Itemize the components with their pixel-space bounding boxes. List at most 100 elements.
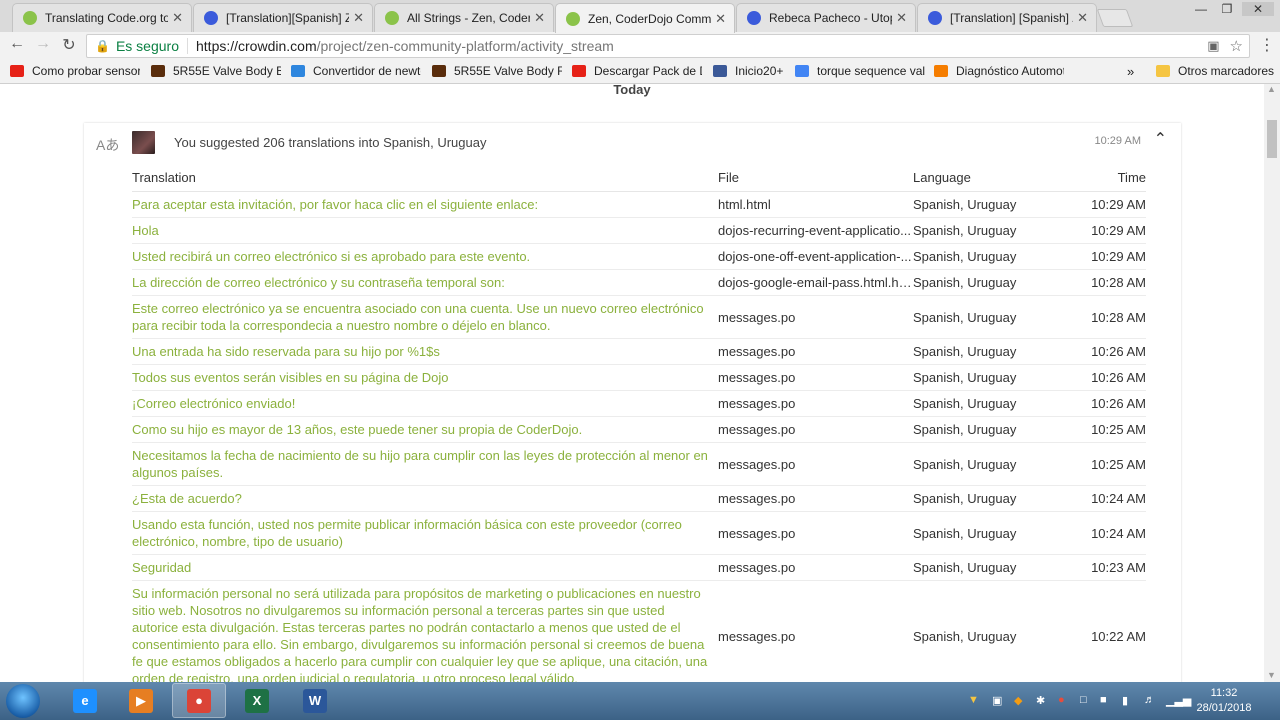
maximize-icon[interactable]: ❐ xyxy=(1216,2,1238,16)
translation-cell[interactable]: Como su hijo es mayor de 13 años, este p… xyxy=(132,416,718,443)
secure-label: Es seguro xyxy=(116,38,188,54)
file-cell[interactable]: messages.po xyxy=(718,442,913,486)
file-cell[interactable]: messages.po xyxy=(718,511,913,555)
browser-tab[interactable]: Rebeca Pacheco - Utopi ✕ xyxy=(736,3,916,32)
file-cell[interactable]: messages.po xyxy=(718,554,913,581)
bookmarks-bar: Como probar sensor 5R55E Valve Body Bo Con… xyxy=(0,60,1280,84)
taskbar-app[interactable]: ▶ xyxy=(114,683,168,718)
car-icon xyxy=(432,65,446,77)
new-tab-button[interactable] xyxy=(1096,9,1134,27)
page-scrollbar[interactable]: ▲ ▼ xyxy=(1264,84,1280,682)
tray-alert-icon[interactable]: ● xyxy=(1058,694,1065,706)
tab-close-icon[interactable]: ✕ xyxy=(172,10,183,26)
translation-cell[interactable]: La dirección de correo electrónico y su … xyxy=(132,269,718,296)
tab-close-icon[interactable]: ✕ xyxy=(534,10,545,26)
translation-cell[interactable]: Una entrada ha sido reservada para su hi… xyxy=(132,338,718,365)
time-cell: 10:25 AM xyxy=(1063,442,1146,486)
volume-icon[interactable]: ♬ xyxy=(1144,694,1155,706)
file-cell[interactable]: messages.po xyxy=(718,390,913,417)
page-content: Today Aあ You suggested 206 translations … xyxy=(0,84,1264,682)
browser-tab[interactable]: Zen, CoderDojo Commu ✕ xyxy=(555,3,735,33)
translation-cell[interactable]: Todos sus eventos serán visibles en su p… xyxy=(132,364,718,391)
system-clock[interactable]: 11:32 28/01/2018 xyxy=(1186,686,1262,716)
translation-cell[interactable]: Este correo electrónico ya se encuentra … xyxy=(132,295,718,339)
window-close-icon[interactable]: ✕ xyxy=(1242,2,1274,16)
scroll-up-arrow-icon[interactable]: ▲ xyxy=(1267,84,1276,94)
file-cell[interactable]: html.html xyxy=(718,191,913,218)
bookmark-star-icon[interactable]: ☆ xyxy=(1230,37,1243,55)
bookmark-item[interactable]: Diagnóstico Automot xyxy=(934,64,1064,78)
youtube-icon xyxy=(10,65,24,77)
bookmark-label: torque sequence valv xyxy=(817,64,925,78)
file-cell[interactable]: messages.po xyxy=(718,416,913,443)
column-header-time: Time xyxy=(1063,165,1146,192)
translation-cell[interactable]: Usted recibirá un correo electrónico si … xyxy=(132,243,718,270)
bookmark-item[interactable]: 5R55E Valve Body Bo xyxy=(151,64,281,78)
tab-close-icon[interactable]: ✕ xyxy=(353,10,364,26)
more-bookmarks-button[interactable]: » xyxy=(1127,64,1134,79)
file-cell[interactable]: dojos-recurring-event-applicatio... xyxy=(718,217,913,244)
translation-cell[interactable]: Necesitamos la fecha de nacimiento de su… xyxy=(132,442,718,486)
start-button[interactable] xyxy=(6,684,40,718)
warning-icon[interactable]: ▼ xyxy=(968,694,979,706)
language-cell: Spanish, Uruguay xyxy=(913,338,1063,365)
file-cell[interactable]: messages.po xyxy=(718,485,913,512)
forward-arrow-icon[interactable]: → xyxy=(32,35,54,53)
language-cell: Spanish, Uruguay xyxy=(913,364,1063,391)
browser-tab[interactable]: Translating Code.org to ✕ xyxy=(12,3,192,32)
translate-page-icon[interactable]: ▣ xyxy=(1207,38,1219,54)
bookmark-item[interactable]: torque sequence valv xyxy=(795,64,925,78)
tray-monitor-icon[interactable]: □ xyxy=(1080,694,1087,706)
taskbar-app[interactable]: W xyxy=(288,683,342,718)
bluetooth-icon[interactable]: ✱ xyxy=(1036,694,1045,707)
bookmark-item[interactable]: Como probar sensor xyxy=(10,64,140,78)
browser-tab[interactable]: All Strings - Zen, CoderD ✕ xyxy=(374,3,554,32)
other-bookmarks-folder[interactable]: Otros marcadores xyxy=(1156,64,1274,78)
minimize-icon[interactable]: — xyxy=(1190,2,1212,16)
tray-app-icon[interactable]: ▣ xyxy=(992,694,1002,707)
file-cell[interactable]: messages.po xyxy=(718,364,913,391)
taskbar-app[interactable]: X xyxy=(230,683,284,718)
bookmark-item[interactable]: 5R55E Valve Body Re xyxy=(432,64,562,78)
bookmark-label: Diagnóstico Automot xyxy=(956,64,1064,78)
scroll-thumb[interactable] xyxy=(1267,120,1277,158)
language-cell: Spanish, Uruguay xyxy=(913,390,1063,417)
translations-table: Translation File Language Time Para acep… xyxy=(132,165,1146,682)
bookmark-item[interactable]: Convertidor de newto xyxy=(291,64,421,78)
file-cell[interactable]: messages.po xyxy=(718,580,913,682)
chevron-up-icon[interactable]: ⌃ xyxy=(1154,129,1167,149)
time-cell: 10:24 AM xyxy=(1063,511,1146,555)
address-bar[interactable]: 🔒 Es seguro https://crowdin.com/project/… xyxy=(86,34,1250,58)
file-cell[interactable]: dojos-google-email-pass.html.ht... xyxy=(718,269,913,296)
tray-battery-icon[interactable]: ▮ xyxy=(1122,694,1128,707)
bookmark-label: Inicio20+ xyxy=(735,64,784,78)
translation-cell[interactable]: ¿Esta de acuerdo? xyxy=(132,485,718,512)
bookmark-item[interactable]: Inicio20+ xyxy=(713,64,783,78)
menu-icon[interactable]: ⋮ xyxy=(1256,35,1278,55)
translation-cell[interactable]: Seguridad xyxy=(132,554,718,581)
avatar[interactable] xyxy=(132,131,155,154)
translation-cell[interactable]: ¡Correo electrónico enviado! xyxy=(132,390,718,417)
tab-close-icon[interactable]: ✕ xyxy=(715,11,726,27)
browser-tab[interactable]: [Translation][Spanish] Ze ✕ xyxy=(193,3,373,32)
tab-title: Zen, CoderDojo Commu xyxy=(588,11,712,26)
tab-close-icon[interactable]: ✕ xyxy=(1077,10,1088,26)
translation-cell[interactable]: Hola xyxy=(132,217,718,244)
taskbar-app[interactable]: e xyxy=(58,683,112,718)
translation-cell[interactable]: Su información personal no será utilizad… xyxy=(132,580,718,682)
translation-cell[interactable]: Para aceptar esta invitación, por favor … xyxy=(132,191,718,218)
tab-close-icon[interactable]: ✕ xyxy=(896,10,907,26)
taskbar-app[interactable]: ● xyxy=(172,683,226,718)
tray-chat-icon[interactable]: ■ xyxy=(1100,694,1107,706)
translation-cell[interactable]: Usando esta función, usted nos permite p… xyxy=(132,511,718,555)
file-cell[interactable]: messages.po xyxy=(718,338,913,365)
scroll-down-arrow-icon[interactable]: ▼ xyxy=(1267,670,1276,680)
browser-tab[interactable]: [Translation] [Spanish] Ze ✕ xyxy=(917,3,1097,32)
back-arrow-icon[interactable]: ← xyxy=(6,35,28,53)
bookmark-label: 5R55E Valve Body Re xyxy=(454,64,562,78)
reload-icon[interactable]: ↻ xyxy=(58,35,80,55)
bookmark-item[interactable]: Descargar Pack de Di xyxy=(572,64,702,78)
file-cell[interactable]: messages.po xyxy=(718,295,913,339)
tray-shield-icon[interactable]: ◆ xyxy=(1014,694,1022,707)
file-cell[interactable]: dojos-one-off-event-application-... xyxy=(718,243,913,270)
